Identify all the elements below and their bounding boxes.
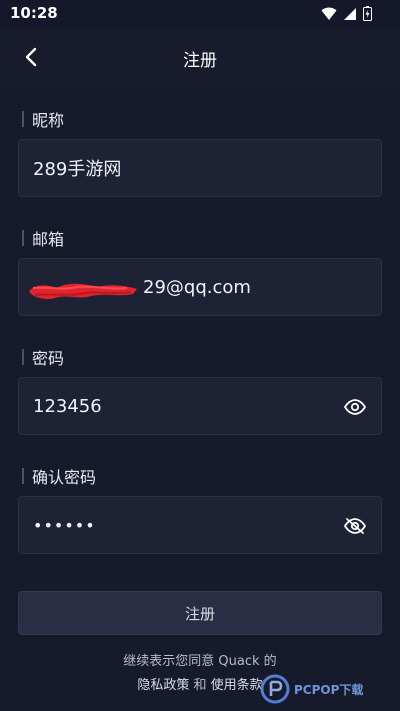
status-bar: 10:28 xyxy=(0,0,400,28)
confirm-password-field xyxy=(18,496,382,554)
toggle-password-visibility[interactable] xyxy=(343,395,367,419)
signal-icon xyxy=(343,6,357,25)
pcpop-logo-icon xyxy=(260,674,290,704)
label-accent-bar xyxy=(22,349,24,365)
eye-closed-icon xyxy=(344,518,366,534)
email-label: 邮箱 xyxy=(22,228,65,249)
watermark: PCPOP下载 xyxy=(260,671,392,707)
terms-conjunction: 和 xyxy=(189,678,211,693)
wifi-icon xyxy=(321,6,337,25)
password-label-text: 密码 xyxy=(32,349,65,368)
nickname-label: 昵称 xyxy=(22,109,65,130)
nickname-field xyxy=(18,139,382,197)
status-time: 10:28 xyxy=(10,4,58,22)
email-label-text: 邮箱 xyxy=(32,230,65,249)
nickname-label-text: 昵称 xyxy=(32,111,65,130)
label-accent-bar xyxy=(22,468,24,484)
email-field xyxy=(18,258,382,316)
password-label: 密码 xyxy=(22,347,65,368)
status-icons xyxy=(321,6,372,25)
privacy-policy-link[interactable]: 隐私政策 xyxy=(137,678,189,693)
redaction-scribble xyxy=(29,283,137,300)
label-accent-bar xyxy=(22,111,24,127)
label-accent-bar xyxy=(22,230,24,246)
terms-notice: 继续表示您同意 Quack 的 xyxy=(123,654,277,669)
confirm-password-label-text: 确认密码 xyxy=(32,468,97,487)
confirm-password-label: 确认密码 xyxy=(22,466,97,487)
terms-of-use-link[interactable]: 使用条款 xyxy=(211,678,263,693)
toggle-confirm-visibility[interactable] xyxy=(343,514,367,538)
password-field xyxy=(18,377,382,435)
eye-open-icon xyxy=(344,399,366,415)
battery-icon xyxy=(363,6,372,25)
register-button[interactable]: 注册 xyxy=(18,591,382,635)
app-bar: 注册 xyxy=(0,28,400,86)
nickname-input[interactable] xyxy=(19,140,319,196)
password-input[interactable] xyxy=(19,378,319,434)
confirm-password-input[interactable] xyxy=(19,497,319,553)
page-title: 注册 xyxy=(183,51,217,71)
watermark-text: PCPOP下载 xyxy=(294,682,364,697)
